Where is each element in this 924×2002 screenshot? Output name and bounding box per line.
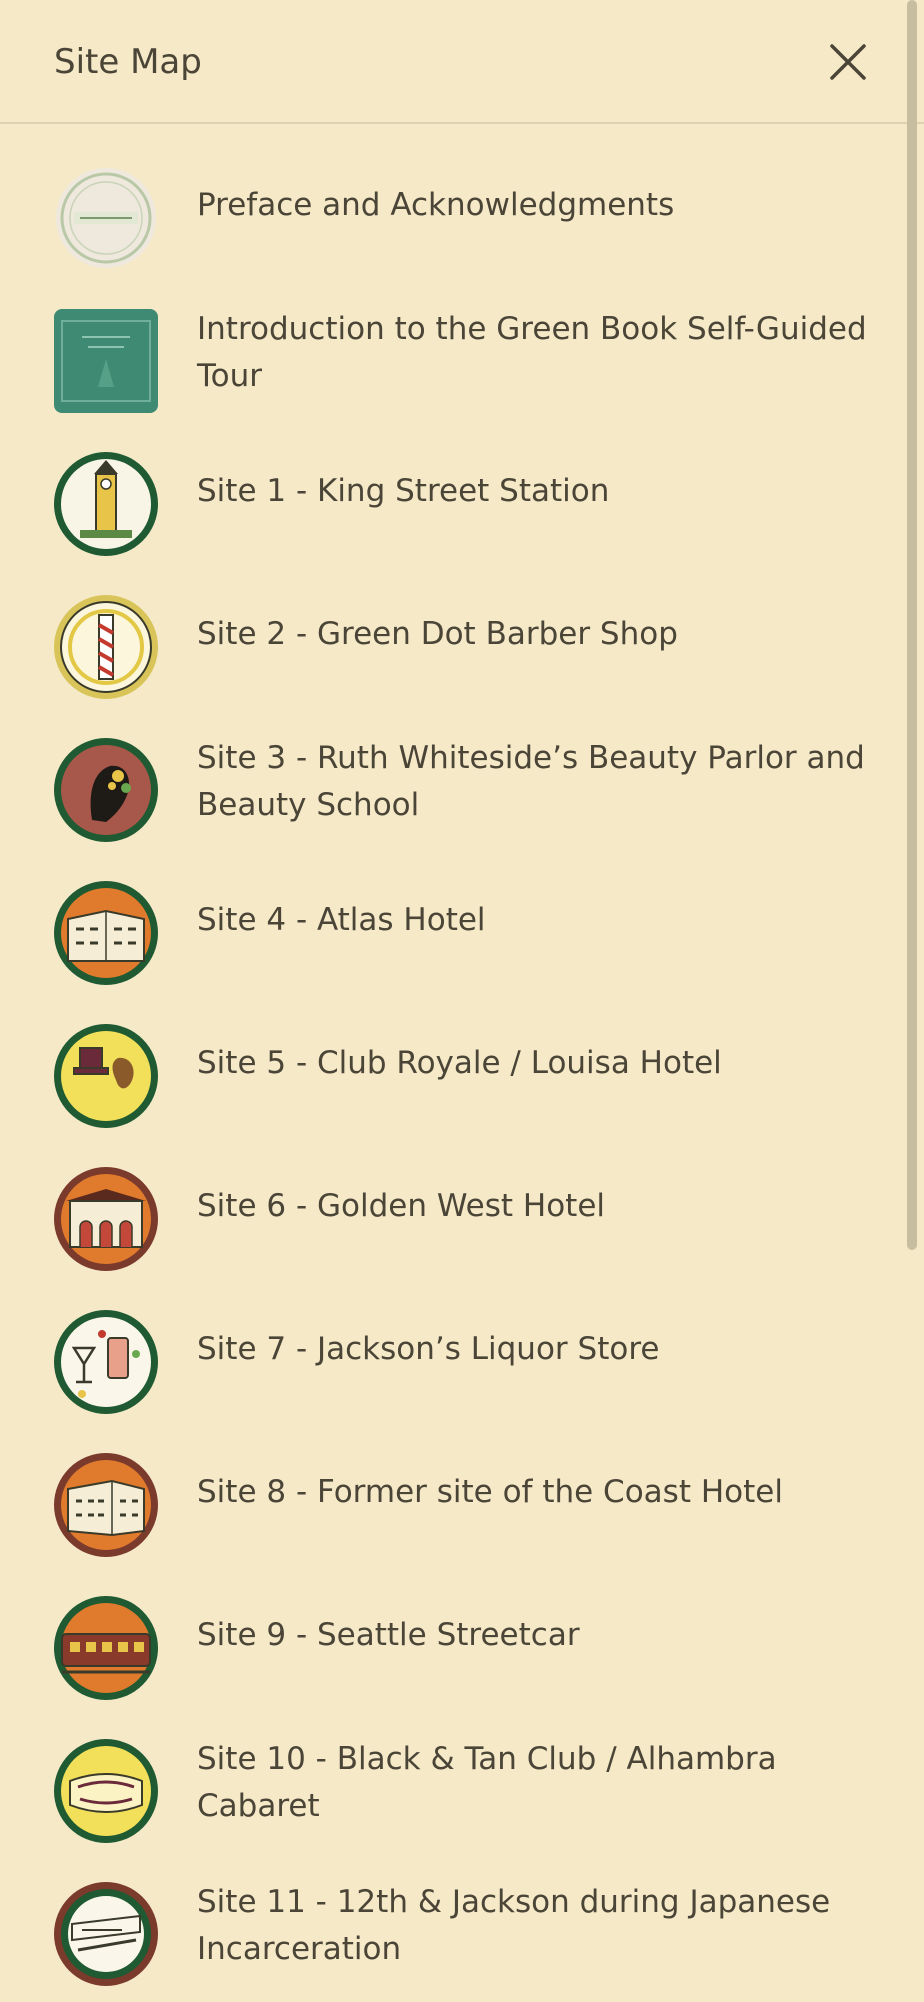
list-item-label: Site 5 - Club Royale / Louisa Hotel (197, 1045, 722, 1081)
list-item-label: Site 11 - 12th & Jackson during Japanese… (197, 1884, 831, 1967)
woman-profile-icon (52, 736, 160, 844)
scrollbar[interactable] (907, 0, 917, 1250)
list-item-site-5[interactable]: Site 5 - Club Royale / Louisa Hotel (0, 1001, 900, 1144)
list-item-label: Site 3 - Ruth Whiteside’s Beauty Parlor … (197, 740, 865, 823)
green-book-seal-icon (52, 164, 160, 272)
list-item-label: Site 4 - Atlas Hotel (197, 902, 486, 938)
list-item-site-1[interactable]: Site 1 - King Street Station (0, 429, 900, 572)
barber-pole-icon (52, 593, 160, 701)
list-item-label: Site 1 - King Street Station (197, 473, 610, 509)
site-map-header: Site Map (0, 0, 924, 124)
list-item-label: Preface and Acknowledgments (197, 187, 675, 223)
list-item-site-3[interactable]: Site 3 - Ruth Whiteside’s Beauty Parlor … (0, 715, 900, 858)
list-item-site-6[interactable]: Site 6 - Golden West Hotel (0, 1144, 900, 1287)
list-item-label: Site 8 - Former site of the Coast Hotel (197, 1474, 783, 1510)
list-item-site-9[interactable]: Site 9 - Seattle Streetcar (0, 1573, 900, 1716)
list-item-label: Site 6 - Golden West Hotel (197, 1188, 606, 1224)
street-sign-icon (52, 1880, 160, 1988)
green-book-cover-icon (52, 307, 160, 415)
list-item-preface[interactable]: Preface and Acknowledgments (0, 143, 900, 286)
list-item-label: Site 9 - Seattle Streetcar (197, 1617, 580, 1653)
close-icon (822, 36, 874, 88)
clock-tower-icon (52, 450, 160, 558)
page-title: Site Map (54, 42, 202, 82)
list-item-introduction[interactable]: Introduction to the Green Book Self-Guid… (0, 286, 900, 429)
top-hat-icon (52, 1022, 160, 1130)
list-item-label: Introduction to the Green Book Self-Guid… (197, 311, 867, 394)
list-item-label: Site 10 - Black & Tan Club / Alhambra Ca… (197, 1741, 777, 1824)
list-item-site-7[interactable]: Site 7 - Jackson’s Liquor Store (0, 1287, 900, 1430)
streetcar-icon (52, 1594, 160, 1702)
arched-building-icon (52, 1165, 160, 1273)
list-item-site-8[interactable]: Site 8 - Former site of the Coast Hotel (0, 1430, 900, 1573)
list-item-site-2[interactable]: Site 2 - Green Dot Barber Shop (0, 572, 900, 715)
corner-building-icon (52, 1451, 160, 1559)
list-item-label: Site 7 - Jackson’s Liquor Store (197, 1331, 660, 1367)
list-item-site-11[interactable]: Site 11 - 12th & Jackson during Japanese… (0, 1859, 900, 2002)
cocktail-glasses-icon (52, 1308, 160, 1416)
close-button[interactable] (822, 36, 874, 88)
list-item-site-10[interactable]: Site 10 - Black & Tan Club / Alhambra Ca… (0, 1716, 900, 1859)
list-item-label: Site 2 - Green Dot Barber Shop (197, 616, 678, 652)
hotel-building-icon (52, 879, 160, 987)
cabaret-sign-icon (52, 1737, 160, 1845)
list-item-site-4[interactable]: Site 4 - Atlas Hotel (0, 858, 900, 1001)
